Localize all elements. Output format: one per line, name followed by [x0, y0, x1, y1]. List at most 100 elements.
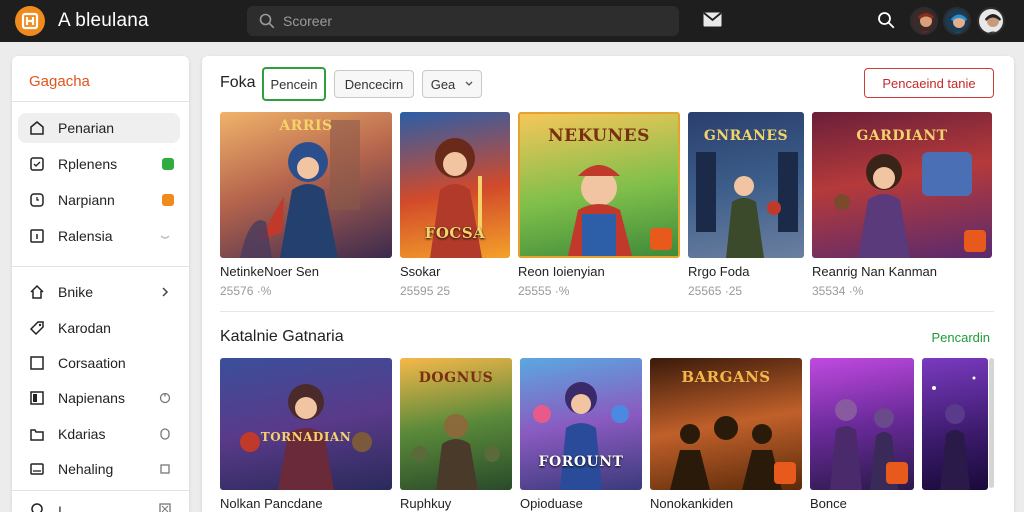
card-title: Nolkan Pancdane — [220, 496, 323, 511]
game-card[interactable]: NEKUNES Reon Ioienyian 25555 ·% — [518, 112, 680, 302]
chevron-right-icon[interactable] — [158, 285, 172, 299]
game-thumbnail: ARRIS — [220, 112, 392, 258]
thumbnail-title: FOROUNT — [538, 454, 624, 470]
game-card[interactable]: GARDIANT Reanrig Nan Kanman 35534 ·% — [812, 112, 992, 302]
card-title: Nonokankiden — [650, 496, 734, 511]
app-logo[interactable] — [15, 6, 45, 36]
card-title: Reon Ioienyian — [518, 264, 605, 279]
search-bar[interactable] — [247, 6, 679, 36]
sidebar-title: Gagacha — [29, 73, 90, 90]
sidebar-item-kdarias[interactable]: Kdarias — [18, 419, 180, 449]
card-meta: 25555 ·% — [518, 284, 570, 298]
card-meta: 25595 25 — [400, 284, 451, 298]
game-card[interactable]: TORNADIAN Nolkan Pancdane — [220, 358, 392, 512]
game-thumbnail: FOROUNT — [520, 358, 642, 490]
thumbnail-title: NEKUNES — [548, 126, 650, 146]
tab-gea-dropdown[interactable]: Gea — [422, 70, 482, 98]
sidebar-item-narpiann[interactable]: Narpiann — [18, 185, 180, 215]
badge-icon — [886, 462, 908, 484]
sidebar-item-label: Narpiann — [58, 192, 115, 208]
thumbnail-title: DOGNUS — [418, 370, 494, 386]
chevron-down-icon — [465, 81, 473, 86]
info-square-icon — [30, 229, 44, 243]
sidebar-item-label: Ralensia — [58, 228, 113, 244]
sidebar-item-rplenens[interactable]: Rplenens — [18, 149, 180, 179]
sidebar-item-label: Penarian — [58, 120, 115, 136]
sidebar-item-nehaling[interactable]: Nehaling — [18, 454, 180, 484]
sidebar-item-bnike[interactable]: Bnike — [18, 277, 180, 307]
search-icon — [259, 13, 275, 29]
card-title: Rrgo Foda — [688, 264, 750, 279]
app-title: A bleulana — [58, 10, 149, 31]
avatar[interactable] — [977, 7, 1005, 35]
divider — [12, 101, 189, 102]
toggle-icon[interactable] — [158, 229, 172, 243]
game-card[interactable]: DOGNUS Ruphkuy — [400, 358, 512, 512]
sidebar-item-penarian[interactable]: Penarian — [18, 113, 180, 143]
avatar[interactable] — [943, 7, 971, 35]
game-thumbnail: FOCSA — [400, 112, 510, 258]
see-all-link[interactable]: Pencardin — [931, 330, 990, 345]
card-meta: 35534 ·% — [812, 284, 864, 298]
sidebar: Gagacha Penarian Rplenens Narpiann Ralen… — [12, 56, 189, 512]
sidebar-item-label: ı — [58, 501, 62, 512]
square-outline-icon[interactable] — [158, 462, 172, 476]
card-title: Ruphkuy — [400, 496, 452, 511]
avatar[interactable] — [910, 7, 938, 35]
tag-icon — [29, 321, 44, 336]
game-card[interactable]: GNRANES Rrgo Foda 25565 ·25 — [688, 112, 804, 302]
tab-dencecirn[interactable]: Dencecirn — [334, 70, 414, 98]
folder-icon — [30, 429, 44, 441]
game-card[interactable]: ARRIS NetinkeNoer Sen 25576 ·% — [220, 112, 392, 302]
search-icon[interactable] — [877, 11, 895, 29]
status-badge — [162, 194, 174, 206]
scrollbar[interactable] — [989, 358, 994, 488]
sidebar-item-label: Rplenens — [58, 156, 118, 172]
divider — [12, 266, 189, 267]
game-card[interactable]: Bonce — [810, 358, 914, 512]
game-card[interactable]: FOCSA Ssokar 25595 25 — [400, 112, 510, 302]
home-icon — [30, 121, 44, 135]
mail-icon[interactable] — [703, 12, 722, 27]
sidebar-item-corsaation[interactable]: Corsaation — [18, 348, 180, 378]
card-title: Reanrig Nan Kanman — [812, 264, 938, 279]
game-card[interactable] — [922, 358, 988, 512]
search-input[interactable] — [283, 12, 663, 30]
tab-pencein[interactable]: Pencein — [262, 67, 326, 101]
game-thumbnail: GARDIANT — [812, 112, 992, 258]
section-title: Foka — [220, 74, 256, 91]
sidebar-item-label: Kdarias — [58, 426, 106, 442]
thumbnail-title: GARDIANT — [856, 128, 948, 144]
book-icon — [30, 391, 44, 405]
game-thumbnail: DOGNUS — [400, 358, 512, 490]
card-meta: 25576 ·% — [220, 284, 272, 298]
game-thumbnail: NEKUNES — [518, 112, 680, 258]
card-title: Opioduase — [520, 496, 583, 511]
thumbnail-title: GNRANES — [703, 128, 789, 144]
square-icon — [30, 356, 44, 370]
badge-icon — [774, 462, 796, 484]
game-card[interactable]: BARGANS Nonokankiden — [650, 358, 802, 512]
circle-icon[interactable] — [158, 427, 172, 441]
top-bar: A bleulana — [0, 0, 1024, 42]
status-badge — [162, 158, 174, 170]
game-thumbnail — [810, 358, 914, 490]
thumbnail-title: BARGANS — [681, 368, 771, 386]
refresh-icon[interactable] — [158, 391, 172, 405]
thumbnail-title: TORNADIAN — [260, 430, 352, 444]
close-box-icon[interactable] — [158, 502, 172, 512]
sidebar-item-karodan[interactable]: Karodan — [18, 313, 180, 343]
circle-icon — [31, 503, 43, 512]
game-thumbnail — [922, 358, 988, 490]
sidebar-item-napienans[interactable]: Napienans — [18, 383, 180, 413]
sidebar-item-ralensia[interactable]: Ralensia — [18, 221, 180, 251]
game-card[interactable]: FOROUNT Opioduase — [520, 358, 642, 512]
sidebar-item-more[interactable]: ı — [18, 494, 180, 512]
sidebar-item-label: Napienans — [58, 390, 125, 406]
game-thumbnail: GNRANES — [688, 112, 804, 258]
action-button[interactable]: Pencaeind tanie — [864, 68, 994, 98]
sidebar-item-label: Bnike — [58, 284, 94, 300]
badge-icon — [650, 228, 672, 250]
card-meta: 25565 ·25 — [688, 284, 743, 298]
clock-icon — [30, 193, 44, 207]
